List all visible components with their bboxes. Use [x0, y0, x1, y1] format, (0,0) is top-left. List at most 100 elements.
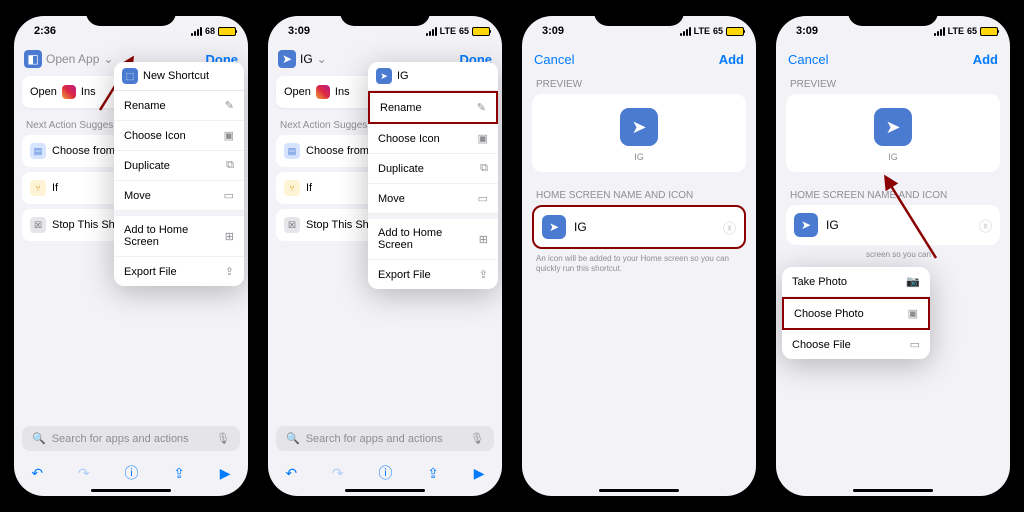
header: Cancel Add: [522, 46, 756, 73]
branch-icon: ⑂: [284, 180, 300, 196]
preview-icon: ➤: [620, 108, 658, 146]
plus-square-icon: ⊞: [479, 233, 488, 246]
mic-icon[interactable]: 🎙: [470, 432, 484, 445]
location-icon: ➤: [278, 50, 296, 68]
phone-3: 3:09 LTE 65 Cancel Add PREVIEW ➤ IG HOME…: [514, 8, 764, 504]
menu-move[interactable]: Move▭: [368, 184, 498, 214]
homebar: [599, 489, 679, 492]
image-icon: ▣: [908, 307, 918, 320]
menu-choose-photo[interactable]: Choose Photo▣: [782, 297, 930, 330]
image-icon: ▣: [478, 132, 488, 145]
preview-name: IG: [634, 152, 644, 162]
search-icon: 🔍: [32, 432, 46, 445]
signal-icon: [680, 27, 691, 36]
time: 2:36: [26, 25, 56, 37]
cancel-button[interactable]: Cancel: [788, 52, 828, 67]
menu-add-home[interactable]: Add to Home Screen⊞: [114, 216, 244, 257]
notch: [594, 8, 684, 26]
title-text: Open App: [46, 52, 99, 66]
preview-card: ➤ IG: [532, 94, 746, 172]
preview-name: IG: [888, 152, 898, 162]
header-title[interactable]: ➤ IG ⌄: [278, 50, 327, 68]
menu-choose-icon[interactable]: Choose Icon▣: [114, 121, 244, 151]
share-icon[interactable]: ⇪: [427, 465, 439, 482]
redo-icon[interactable]: ↷: [332, 465, 344, 482]
menu-take-photo[interactable]: Take Photo📷: [782, 267, 930, 297]
content: PREVIEW ➤ IG HOME SCREEN NAME AND ICON ➤…: [776, 73, 1010, 487]
toolbar: ↶ ↷ ⓘ ⇪ ▶: [268, 457, 502, 487]
name-text[interactable]: IG: [826, 218, 839, 232]
name-text[interactable]: IG: [574, 220, 587, 234]
menu-square-icon: ▤: [30, 143, 46, 159]
play-icon[interactable]: ▶: [220, 465, 231, 482]
row-icon[interactable]: ➤: [542, 215, 566, 239]
mic-icon[interactable]: 🎙: [216, 432, 230, 445]
name-row[interactable]: ➤ IG ⓧ: [532, 205, 746, 249]
undo-icon[interactable]: ↶: [285, 465, 297, 482]
chevron-down-icon: ⌄: [317, 52, 327, 66]
menu-duplicate[interactable]: Duplicate⧉: [368, 154, 498, 184]
menu-rename[interactable]: Rename✎: [368, 91, 498, 124]
help-text: An icon will be added to your Home scree…: [532, 249, 746, 280]
camera-icon: 📷: [906, 275, 920, 288]
screen: 3:09 LTE 65 Cancel Add PREVIEW ➤ IG HOME…: [776, 16, 1010, 496]
open-label: Open: [284, 86, 311, 98]
preview-icon: ➤: [874, 108, 912, 146]
menu-duplicate[interactable]: Duplicate⧉: [114, 151, 244, 181]
duplicate-icon: ⧉: [226, 159, 234, 172]
clear-icon[interactable]: ⓧ: [723, 218, 736, 237]
photo-menu: Take Photo📷 Choose Photo▣ Choose File▭: [782, 267, 930, 359]
status-right: LTE 65: [680, 26, 744, 36]
phone-4: 3:09 LTE 65 Cancel Add PREVIEW ➤ IG HOME…: [768, 8, 1018, 504]
redo-icon[interactable]: ↷: [78, 465, 90, 482]
header: Cancel Add: [776, 46, 1010, 73]
share-icon[interactable]: ⇪: [173, 465, 185, 482]
searchbar[interactable]: 🔍 Search for apps and actions 🎙: [276, 426, 494, 451]
image-icon: ▣: [224, 129, 234, 142]
clear-icon[interactable]: ⓧ: [979, 216, 992, 235]
ins-label: Ins: [81, 86, 96, 98]
red-arrow-diag: [876, 173, 946, 263]
menu-head: ➤ IG: [368, 62, 498, 91]
homebar: [345, 489, 425, 492]
instagram-icon: [316, 85, 330, 99]
signal-icon: [191, 27, 202, 36]
menu-rename[interactable]: Rename✎: [114, 91, 244, 121]
battery-num: 68: [205, 26, 215, 36]
notch: [86, 8, 176, 26]
home-label: HOME SCREEN NAME AND ICON: [532, 184, 746, 205]
add-button[interactable]: Add: [973, 52, 998, 67]
search-icon: 🔍: [286, 432, 300, 445]
menu-export[interactable]: Export File⇪: [114, 257, 244, 286]
menu-choose-file[interactable]: Choose File▭: [782, 330, 930, 359]
battery-icon: [726, 27, 744, 36]
folder-icon: ▭: [910, 338, 920, 351]
duplicate-icon: ⧉: [480, 162, 488, 175]
battery-icon: [980, 27, 998, 36]
time: 3:09: [534, 25, 564, 37]
menu-add-home[interactable]: Add to Home Screen⊞: [368, 219, 498, 260]
searchbar[interactable]: 🔍 Search for apps and actions 🎙: [22, 426, 240, 451]
cancel-button[interactable]: Cancel: [534, 52, 574, 67]
notch: [340, 8, 430, 26]
time: 3:09: [788, 25, 818, 37]
info-icon[interactable]: ⓘ: [124, 463, 138, 483]
undo-icon[interactable]: ↶: [31, 465, 43, 482]
menu-choose-icon[interactable]: Choose Icon▣: [368, 124, 498, 154]
add-button[interactable]: Add: [719, 52, 744, 67]
phone-2: 3:09 LTE 65 ➤ IG ⌄ Done Open Ins ➤: [260, 8, 510, 504]
context-menu: ➤ IG Rename✎ Choose Icon▣ Duplicate⧉ Mov…: [368, 62, 498, 289]
menu-square-icon: ▤: [284, 143, 300, 159]
info-icon[interactable]: ⓘ: [378, 463, 392, 483]
title-text: IG: [300, 52, 313, 66]
menu-move[interactable]: Move▭: [114, 181, 244, 211]
play-icon[interactable]: ▶: [474, 465, 485, 482]
menu-export[interactable]: Export File⇪: [368, 260, 498, 289]
status-right: LTE 65: [934, 26, 998, 36]
pencil-icon: ✎: [225, 99, 234, 112]
preview-label: PREVIEW: [786, 73, 1000, 94]
row-icon[interactable]: ➤: [794, 213, 818, 237]
branch-icon: ⑂: [30, 180, 46, 196]
lte-label: LTE: [694, 26, 710, 36]
instagram-icon: [62, 85, 76, 99]
